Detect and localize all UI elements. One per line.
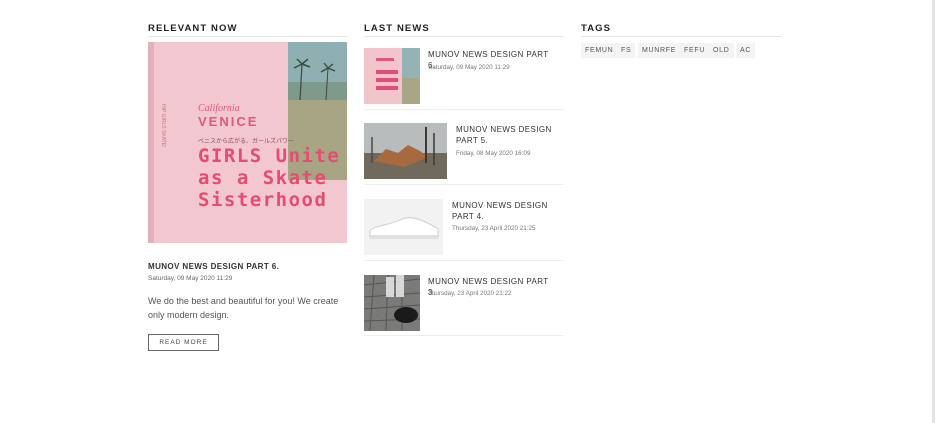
relevant-now-divider bbox=[148, 36, 348, 37]
magazine-side-text: HIP GIRLS SKATE! bbox=[160, 104, 166, 148]
news-separator bbox=[364, 335, 564, 336]
news-date: Friday, 08 May 2020 16:09 bbox=[456, 150, 531, 157]
tag-fs[interactable]: FS bbox=[617, 43, 636, 58]
last-news-divider bbox=[364, 36, 564, 37]
news-separator bbox=[364, 184, 564, 185]
news-date: Thursday, 23 April 2020 21:22 bbox=[428, 290, 512, 297]
magazine-spine bbox=[148, 42, 154, 243]
news-separator bbox=[364, 260, 564, 261]
last-news-heading: LAST NEWS bbox=[364, 23, 430, 34]
magazine-city-text: California bbox=[198, 103, 240, 114]
tags-divider bbox=[581, 36, 781, 37]
read-more-button[interactable]: READ MORE bbox=[148, 334, 219, 351]
news-thumbnail[interactable] bbox=[364, 275, 420, 331]
tag-fefu[interactable]: FEFU bbox=[680, 43, 710, 58]
tag-old[interactable]: OLD bbox=[709, 43, 734, 58]
featured-post-excerpt: We do the best and beautiful for you! We… bbox=[148, 296, 339, 320]
palm-sky-photo bbox=[288, 42, 347, 101]
tag-femun[interactable]: FEMUN bbox=[581, 43, 618, 58]
featured-post-image[interactable]: HIP GIRLS SKATE! California VENICE ベニスから… bbox=[148, 42, 347, 243]
magazine-subtitle-text: ベニスから広がる、ガールズパワー bbox=[198, 139, 295, 145]
news-title[interactable]: MUNOV NEWS DESIGN PART 5. bbox=[456, 124, 556, 146]
featured-post-title[interactable]: MUNOV NEWS DESIGN PART 6. bbox=[148, 262, 279, 271]
news-date: Saturday, 09 May 2020 11:29 bbox=[428, 64, 510, 71]
news-separator bbox=[364, 109, 564, 110]
featured-post-date: Saturday, 09 May 2020 11:29 bbox=[148, 275, 233, 282]
magazine-venice-text: VENICE bbox=[198, 114, 259, 129]
tag-ac[interactable]: AC bbox=[736, 43, 756, 58]
magazine-headline-text: GIRLS Unite as a Skate Sisterhood bbox=[198, 145, 341, 211]
tags-heading: TAGS bbox=[581, 23, 612, 34]
news-date: Thursday, 23 April 2020 21:25 bbox=[452, 225, 536, 232]
news-title[interactable]: MUNOV NEWS DESIGN PART 4. bbox=[452, 200, 562, 222]
news-thumbnail[interactable] bbox=[364, 199, 443, 255]
news-thumbnail[interactable] bbox=[364, 123, 447, 179]
news-thumbnail[interactable] bbox=[364, 48, 420, 104]
tag-munrfe[interactable]: MUNRFE bbox=[638, 43, 681, 58]
relevant-now-heading: RELEVANT NOW bbox=[148, 23, 238, 34]
